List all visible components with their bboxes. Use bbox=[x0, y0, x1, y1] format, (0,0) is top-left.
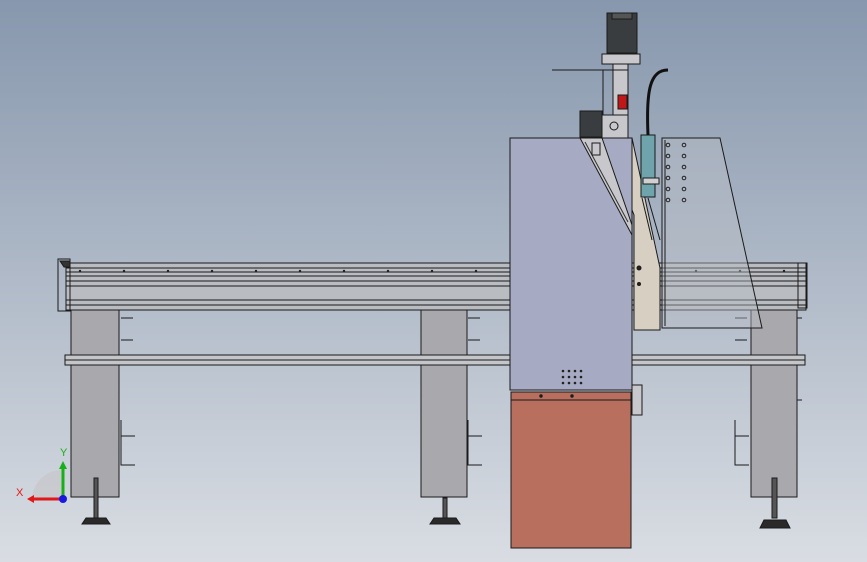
vent-hole bbox=[579, 381, 583, 385]
rail-hole bbox=[254, 269, 258, 273]
vent-hole bbox=[573, 375, 577, 379]
vent-hole bbox=[579, 375, 583, 379]
rail-hole bbox=[210, 269, 214, 273]
cad-viewport[interactable]: X Y bbox=[0, 0, 867, 562]
rail-hole bbox=[122, 269, 126, 273]
gantry-panel bbox=[509, 137, 633, 391]
vent-hole bbox=[567, 375, 571, 379]
base-box bbox=[510, 384, 643, 549]
rail-hole bbox=[342, 269, 346, 273]
rail-hole bbox=[298, 269, 302, 273]
leg-right bbox=[750, 308, 798, 498]
y-axis-label: Y bbox=[60, 447, 68, 459]
machine-drawing[interactable]: X Y bbox=[0, 0, 867, 562]
vent-hole bbox=[561, 381, 565, 385]
x-axis-label: X bbox=[16, 487, 24, 499]
vent-hole bbox=[579, 369, 583, 373]
leg-middle bbox=[420, 308, 468, 498]
vent-hole bbox=[573, 369, 577, 373]
leg-left bbox=[70, 308, 120, 498]
vent-hole bbox=[567, 381, 571, 385]
rail-hole bbox=[782, 269, 786, 273]
rail-hole bbox=[166, 269, 170, 273]
lower-crossbar bbox=[64, 354, 806, 366]
rail-hole bbox=[386, 269, 390, 273]
rail-hole bbox=[78, 269, 82, 273]
vent-hole bbox=[561, 369, 565, 373]
vent-hole bbox=[573, 381, 577, 385]
vent-hole bbox=[567, 369, 571, 373]
rail-hole bbox=[474, 269, 478, 273]
rail-hole bbox=[430, 269, 434, 273]
vent-hole bbox=[561, 375, 565, 379]
